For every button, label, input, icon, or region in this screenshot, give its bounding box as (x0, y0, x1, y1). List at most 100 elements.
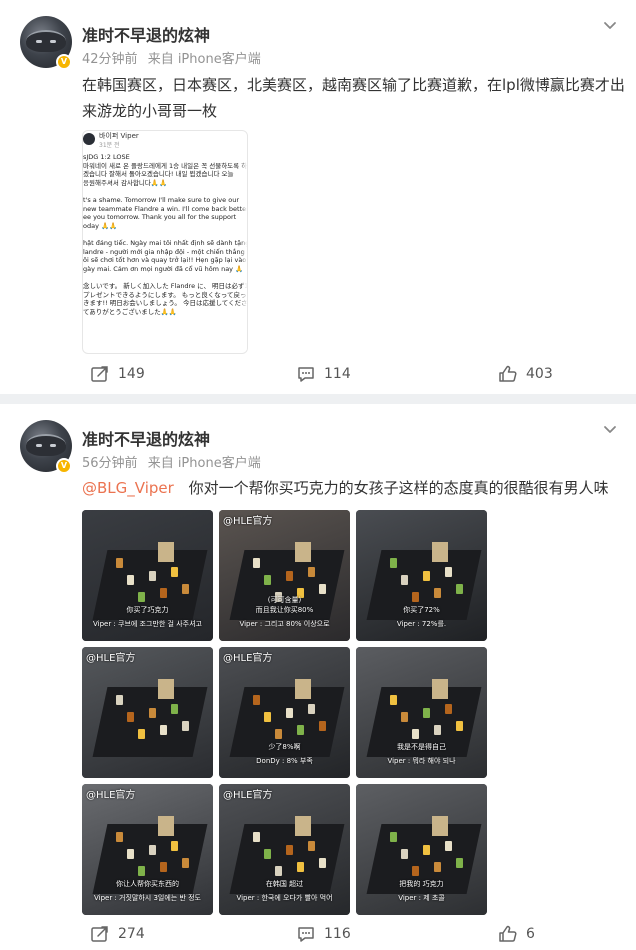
comment-button[interactable]: 114 (296, 356, 351, 392)
avatar-detail (50, 444, 56, 447)
snack-item (182, 721, 189, 731)
snack-item (286, 571, 293, 581)
snack-item (308, 567, 315, 577)
snack-item (149, 571, 156, 581)
snack-item (286, 708, 293, 718)
image-thumbnail[interactable]: @HLE官方 你让人帮你买东西的 Viper : 거짓말하시 3일에는 반 정도 (82, 784, 213, 915)
like-count: 403 (526, 366, 553, 382)
watermark-label: @HLE官方 (86, 790, 136, 801)
username[interactable]: 准时不早退的炫神 (82, 22, 210, 46)
snack-item (116, 695, 123, 705)
snack-item (297, 862, 304, 872)
repost-button[interactable]: 149 (90, 356, 145, 392)
snack-item (319, 584, 326, 594)
repost-button[interactable]: 274 (90, 916, 145, 950)
like-icon (499, 365, 517, 382)
repost-count: 149 (118, 366, 145, 382)
post-meta: 56分钟前 来自 iPhone客户端 (82, 452, 261, 471)
image-thumbnail[interactable]: 你买了72% Viper : 72%를. (356, 510, 487, 641)
snack-item (445, 841, 452, 851)
snack-item (319, 721, 326, 731)
comment-count: 116 (324, 926, 351, 942)
snack-item (456, 721, 463, 731)
snack-item (171, 841, 178, 851)
snack-item (456, 858, 463, 868)
snack-item (138, 866, 145, 876)
image-thumbnail[interactable]: @HLE官方 (可可含量) 而且我让你买80% Viper : 그리고 80% 이상… (219, 510, 350, 641)
like-button[interactable]: 6 (498, 916, 535, 950)
embed-avatar (83, 133, 95, 145)
snack-item (308, 704, 315, 714)
snack-item (253, 558, 260, 568)
snack-item (127, 712, 134, 722)
snack-item (456, 584, 463, 594)
subtitle-korean: Viper : 거짓말하시 3일에는 반 정도 (94, 894, 201, 902)
embedded-screenshot[interactable]: 바이퍼 Viper 31분 전 sJDG 1:2 LOSE 마워네이 새로 온 … (82, 130, 248, 354)
image-thumbnail[interactable]: @HLE官方 少了8%啊 DonDy : 8% 부족 (219, 647, 350, 778)
watermark-label: @HLE官方 (223, 790, 273, 801)
action-bar: 274 116 6 (0, 916, 636, 950)
post-time[interactable]: 42分钟前 (82, 52, 138, 67)
snack-item (182, 584, 189, 594)
subtitle-chinese: 把我的 巧克力 (399, 880, 444, 888)
comment-count: 114 (324, 366, 351, 382)
post-time[interactable]: 56分钟前 (82, 456, 138, 471)
image-thumbnail[interactable]: @HLE官方 在韩国 超过 Viper : 한국에 오다가 빨아 먹어 (219, 784, 350, 915)
snack-item (275, 729, 282, 739)
snack-item (434, 725, 441, 735)
snack-box (158, 542, 174, 562)
snack-item (390, 832, 397, 842)
image-thumbnail[interactable]: 你买了巧克力 Viper : 쿠브에 조그만한 걸 사주셔고 (82, 510, 213, 641)
snack-item (390, 695, 397, 705)
image-grid: 你买了巧克力 Viper : 쿠브에 조그만한 걸 사주셔고 @HLE官方 (可可含量… (82, 510, 488, 915)
helmet-shape (26, 30, 66, 52)
snack-item (116, 832, 123, 842)
subtitle-korean: Viper : 뭐라 해야 되나 (387, 757, 456, 765)
table-shape (92, 687, 208, 757)
watermark-label: @HLE官方 (223, 653, 273, 664)
snack-item (149, 708, 156, 718)
repost-count: 274 (118, 926, 145, 942)
snack-item (171, 704, 178, 714)
comment-button[interactable]: 116 (296, 916, 351, 950)
snack-item (160, 862, 167, 872)
snack-item (434, 862, 441, 872)
snack-box (295, 542, 311, 562)
snack-item (127, 575, 134, 585)
image-thumbnail[interactable]: 把我的 巧克力 Viper : 제 초콜 (356, 784, 487, 915)
post-body: 你对一个帮你买巧克力的女孩子这样的态度真的很酷很有男人味 (188, 479, 609, 497)
snack-item (445, 704, 452, 714)
snack-item (319, 858, 326, 868)
image-thumbnail[interactable]: @HLE官方 (82, 647, 213, 778)
snack-box (158, 816, 174, 836)
chevron-down-icon[interactable] (602, 18, 618, 34)
embed-time: 31분 전 (99, 142, 120, 149)
mention-link[interactable]: @BLG_Viper (82, 479, 174, 497)
avatar-detail (36, 444, 42, 447)
post-meta: 42分钟前 来自 iPhone客户端 (82, 48, 261, 67)
like-count: 6 (526, 926, 535, 942)
repost-icon (91, 926, 108, 942)
snack-item (412, 866, 419, 876)
snack-box (295, 679, 311, 699)
username[interactable]: 准时不早退的炫神 (82, 426, 210, 450)
image-thumbnail[interactable]: 我是不是得自己 Viper : 뭐라 해야 되나 (356, 647, 487, 778)
snack-item (308, 841, 315, 851)
snack-item (390, 558, 397, 568)
snack-item (297, 725, 304, 735)
snack-item (275, 866, 282, 876)
snack-item (160, 588, 167, 598)
chevron-down-icon[interactable] (602, 422, 618, 438)
comment-icon (298, 367, 314, 382)
snack-item (171, 567, 178, 577)
subtitle-chinese: (可可含量) 而且我让你买80% (255, 596, 314, 614)
snack-item (138, 729, 145, 739)
post-text: 在韩国赛区，日本赛区，北美赛区，越南赛区输了比赛道歉，在lpl微博赢比赛才出来游… (82, 76, 625, 120)
snack-item (264, 575, 271, 585)
snack-item (401, 712, 408, 722)
like-button[interactable]: 403 (498, 356, 553, 392)
comment-icon (298, 927, 314, 942)
subtitle-korean: Viper : 그리고 80% 이상으로 (239, 620, 330, 628)
subtitle-korean: Viper : 제 초콜 (398, 894, 445, 902)
subtitle-korean: Viper : 쿠브에 조그만한 걸 사주셔고 (93, 620, 202, 628)
